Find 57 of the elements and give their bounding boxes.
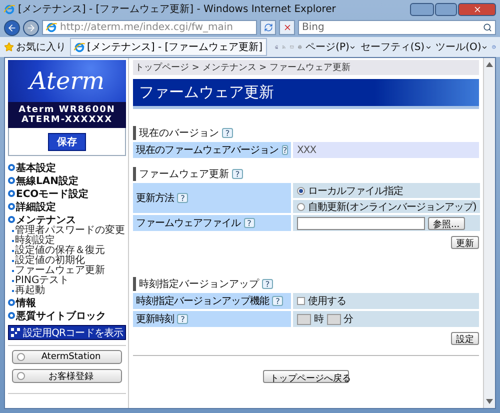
help-icon[interactable]: ? bbox=[177, 193, 188, 203]
browser-tab[interactable]: [メンテナンス] - [ファームウェア更新] bbox=[70, 38, 267, 56]
address-field[interactable]: http://aterm.me/index.cgi/fw_main bbox=[42, 20, 257, 35]
menu-item[interactable]: ECOモード設定 bbox=[8, 187, 126, 200]
menu-item[interactable]: メンテナンス bbox=[8, 213, 126, 226]
help-icon[interactable]: ? bbox=[222, 128, 233, 138]
device-name: ATERM-XXXXXX bbox=[21, 115, 113, 125]
field-label: 更新時刻 ? bbox=[133, 311, 291, 327]
menu-item[interactable]: 無線LAN設定 bbox=[8, 174, 126, 187]
submenu-item[interactable]: 管理者パスワードの変更 bbox=[15, 226, 125, 236]
menu-item[interactable]: 悪質サイトブロック bbox=[8, 309, 126, 322]
submenu-item[interactable]: PINGテスト bbox=[15, 276, 70, 286]
save-button[interactable]: 保存 bbox=[48, 132, 86, 150]
time-unit: 時 bbox=[314, 312, 324, 326]
field-label: 現在のファームウェアバージョン ? bbox=[133, 142, 291, 158]
section-heading: ファームウェア更新 bbox=[139, 168, 229, 181]
link-button[interactable]: お客様登録 bbox=[12, 369, 122, 383]
command-menu[interactable]: ページ(P) bbox=[306, 40, 356, 54]
breadcrumb: トップページ > メンテナンス > ファームウェア更新 bbox=[133, 60, 479, 75]
help-icon[interactable]: ? bbox=[282, 145, 288, 155]
help-icon[interactable]: ? bbox=[244, 218, 254, 228]
help-icon[interactable]: ? bbox=[272, 296, 283, 306]
field-label: 時刻指定バージョンアップ機能 ? bbox=[133, 293, 291, 309]
search-field[interactable]: Bing bbox=[298, 20, 496, 35]
section-heading: 時刻指定バージョンアップ bbox=[139, 278, 259, 291]
field-label: ファームウェアファイル ? bbox=[133, 215, 291, 231]
command-menu[interactable]: セーフティ(S) bbox=[360, 40, 432, 54]
time-unit: 分 bbox=[344, 313, 353, 326]
action-button[interactable]: 更新 bbox=[451, 236, 479, 249]
submenu-item[interactable]: 時刻設定 bbox=[15, 236, 55, 246]
submenu-item[interactable]: 設定値の保存＆復元 bbox=[15, 246, 105, 256]
radio-label: 自動更新(オンラインバージョンアップ) bbox=[308, 200, 476, 214]
field-label: 更新方法 ? bbox=[133, 183, 291, 213]
help-icon[interactable]: ? bbox=[177, 314, 188, 324]
link-button[interactable]: AtermStation bbox=[12, 350, 122, 364]
qr-code-button[interactable]: 設定用QRコードを表示 bbox=[8, 325, 126, 340]
command-menu[interactable]: ツール(O) bbox=[436, 40, 488, 54]
window-title: [メンテナンス] - [ファームウェア更新] - Windows Internet Explorer bbox=[18, 2, 337, 16]
submenu-item[interactable]: ファームウェア更新 bbox=[15, 266, 105, 276]
aterm-logo: Aterm bbox=[8, 60, 126, 102]
browse-button[interactable]: 参照... bbox=[428, 216, 465, 230]
version-value: XXX bbox=[297, 144, 316, 156]
back-to-top-button[interactable]: トップページへ戻る bbox=[263, 370, 349, 383]
submenu-item[interactable]: 再起動 bbox=[15, 286, 45, 296]
help-icon[interactable]: ? bbox=[232, 169, 243, 179]
section-heading: 現在のバージョン bbox=[139, 127, 219, 140]
submenu-item[interactable]: 設定値の初期化 bbox=[15, 256, 85, 266]
menu-item[interactable]: 詳細設定 bbox=[8, 200, 126, 213]
action-button[interactable]: 設定 bbox=[451, 332, 479, 345]
help-icon[interactable]: ? bbox=[262, 279, 273, 289]
checkbox-label: 使用する bbox=[308, 295, 346, 308]
page-title: ファームウェア更新 bbox=[133, 79, 479, 109]
menu-item[interactable]: 基本設定 bbox=[8, 161, 126, 174]
model-name: Aterm WR8600N bbox=[18, 105, 116, 115]
favorites-button[interactable]: お気に入り bbox=[4, 40, 66, 54]
menu-item[interactable]: 情報 bbox=[8, 296, 126, 309]
radio-label: ローカルファイル指定 bbox=[308, 184, 403, 198]
